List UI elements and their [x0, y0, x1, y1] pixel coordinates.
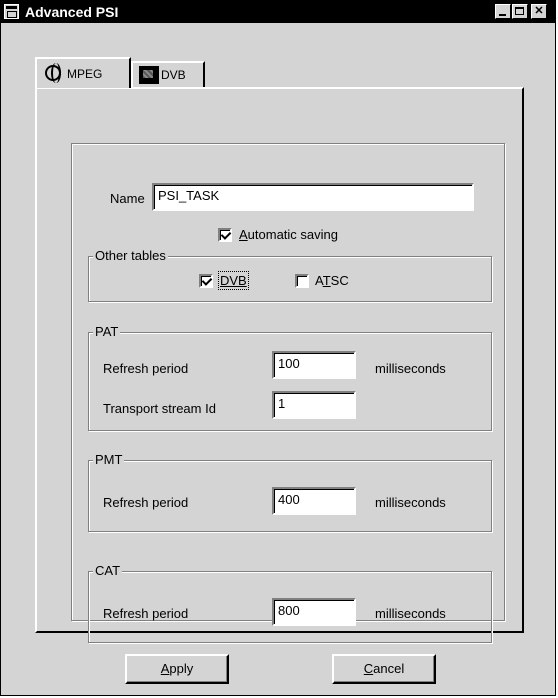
pat-legend: PAT: [93, 324, 121, 339]
pmt-legend: PMT: [93, 452, 125, 467]
tab-mpeg-label: MPEG: [67, 67, 103, 81]
pat-tsid-label: Transport stream Id: [103, 401, 216, 416]
cat-group: CAT Refresh period 800 milliseconds: [88, 563, 492, 643]
pat-refresh-unit: milliseconds: [375, 361, 446, 376]
pmt-refresh-label: Refresh period: [103, 495, 189, 510]
dvb-checkbox[interactable]: [199, 274, 213, 288]
automatic-saving-label: Automatic saving: [239, 227, 338, 242]
advanced-psi-window: Advanced PSI ✕ MPEG DVB Name PSI_TASK Au…: [0, 0, 556, 696]
globe-icon: [45, 63, 61, 83]
pmt-refresh-input[interactable]: 400: [272, 487, 356, 515]
dvb-icon: [139, 66, 159, 84]
dvb-checkbox-label: DVB: [218, 271, 249, 290]
cancel-button[interactable]: Cancel: [332, 654, 436, 684]
atsc-checkbox-label: ATSC: [315, 273, 349, 288]
cat-refresh-unit: milliseconds: [375, 606, 446, 621]
name-input[interactable]: PSI_TASK: [152, 183, 474, 211]
pmt-group: PMT Refresh period 400 milliseconds: [88, 452, 492, 532]
mpeg-tab-panel: Name PSI_TASK Automatic saving Other tab…: [35, 87, 524, 643]
atsc-checkbox[interactable]: [295, 274, 309, 288]
cat-legend: CAT: [93, 563, 123, 578]
minimize-button[interactable]: [495, 4, 511, 19]
pat-tsid-input[interactable]: 1: [272, 391, 356, 419]
tab-dvb[interactable]: DVB: [131, 61, 205, 87]
cat-refresh-label: Refresh period: [103, 606, 189, 621]
other-tables-legend: Other tables: [93, 248, 168, 263]
other-tables-group: Other tables DVB ATSC: [88, 248, 492, 302]
maximize-button[interactable]: [512, 4, 528, 19]
window-app-icon[interactable]: [4, 4, 19, 19]
name-label: Name: [110, 191, 145, 206]
apply-button[interactable]: Apply: [125, 654, 229, 684]
pat-refresh-input[interactable]: 100: [272, 351, 356, 379]
automatic-saving-checkbox[interactable]: [218, 228, 232, 242]
pat-refresh-label: Refresh period: [103, 361, 189, 376]
title-bar[interactable]: Advanced PSI ✕: [1, 1, 555, 23]
settings-frame: Name PSI_TASK Automatic saving Other tab…: [71, 143, 505, 643]
tab-dvb-label: DVB: [161, 68, 186, 82]
pmt-refresh-unit: milliseconds: [375, 495, 446, 510]
pat-group: PAT Refresh period 100 milliseconds Tran…: [88, 324, 492, 431]
window-title: Advanced PSI: [25, 4, 119, 20]
cat-refresh-input[interactable]: 800: [272, 598, 356, 626]
tab-mpeg[interactable]: MPEG: [35, 57, 131, 88]
close-button[interactable]: ✕: [531, 4, 547, 19]
